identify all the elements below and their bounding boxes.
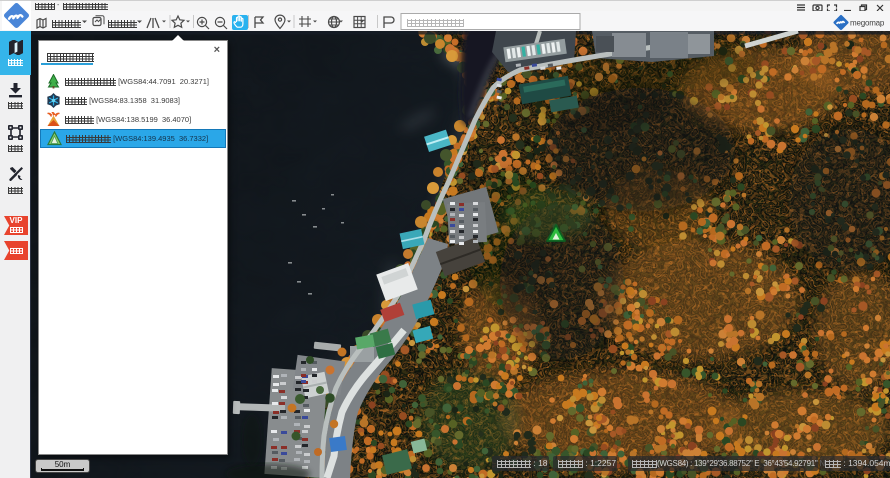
svg-text:megomap: megomap	[850, 19, 885, 28]
